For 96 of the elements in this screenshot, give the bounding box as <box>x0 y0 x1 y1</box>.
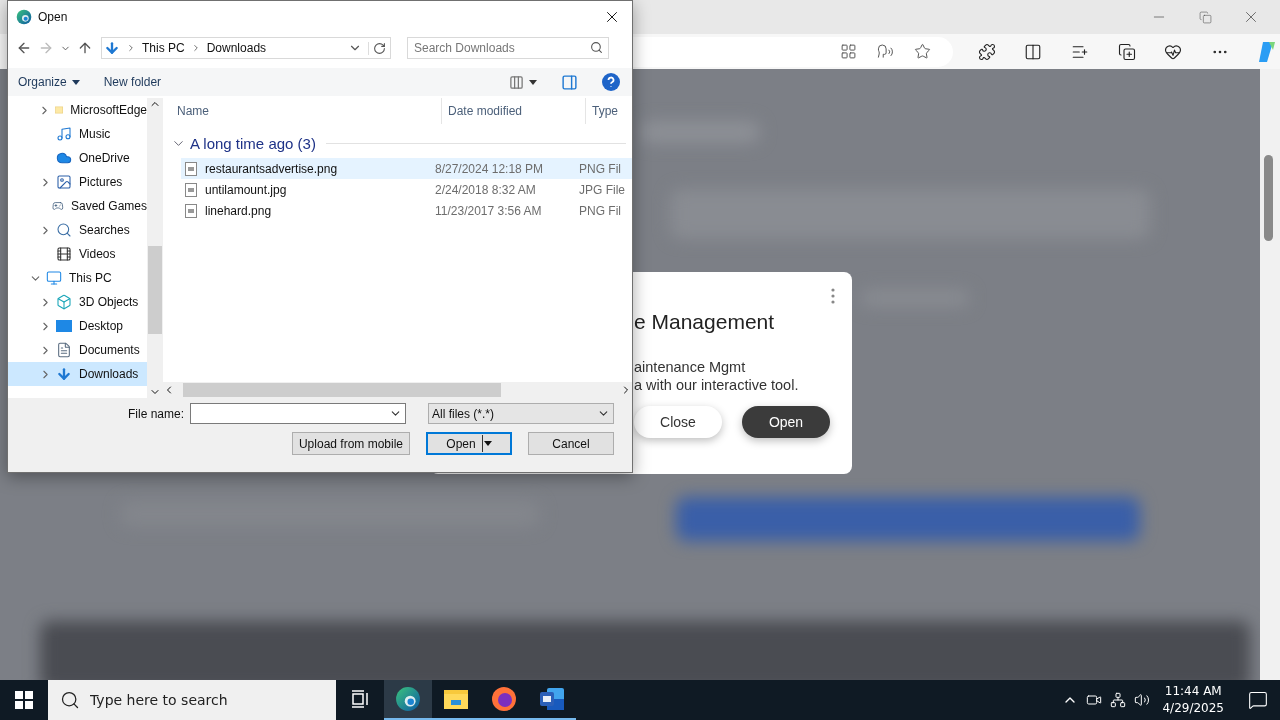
tree-item[interactable]: Downloads <box>8 362 147 386</box>
dialog-title: Open <box>38 9 69 24</box>
command-button[interactable]: New folder <box>103 75 162 89</box>
collections-icon[interactable] <box>1117 42 1136 61</box>
file-name: untilamount.jpg <box>205 182 288 197</box>
file-row[interactable]: untilamount.jpg 2/24/2018 8:32 AM JPG File <box>181 179 632 200</box>
heart-pulse-icon[interactable] <box>1164 42 1183 61</box>
view-options-icon[interactable] <box>509 74 524 90</box>
file-row[interactable]: linehard.png 11/23/2017 3:56 AM PNG Fil <box>181 200 632 221</box>
taskbar-search-field[interactable]: Type here to search <box>48 680 336 720</box>
file-row[interactable]: restaurantsadvertise.png 8/27/2024 12:18 PM PNG Fil <box>181 158 632 179</box>
column-header[interactable]: Type <box>585 98 632 124</box>
horizontal-scrollbar[interactable] <box>163 382 632 398</box>
kebab-menu-icon[interactable] <box>831 288 835 304</box>
breadcrumb-item[interactable]: This PC <box>142 41 185 55</box>
up-button[interactable] <box>77 40 93 56</box>
group-header[interactable]: A long time ago (3) <box>171 128 632 158</box>
magnifier-icon <box>56 222 72 238</box>
dialog-button[interactable]: Cancel <box>528 432 614 455</box>
camera-icon[interactable] <box>1086 692 1103 708</box>
clock[interactable]: 11:44 AM 4/29/2025 <box>1162 683 1224 717</box>
computer-icon <box>46 270 62 286</box>
tree-item[interactable]: Saved Games <box>8 194 147 218</box>
tree-item[interactable]: Pictures <box>8 170 147 194</box>
caret-icon <box>71 79 80 85</box>
app-logo-icon <box>16 8 32 25</box>
command-button[interactable]: Organize <box>18 75 80 89</box>
modal-text: a with our interactive tool. <box>634 376 800 394</box>
pictures-icon <box>56 174 72 190</box>
task-view-icon <box>350 689 370 709</box>
file-date: 8/27/2024 12:18 PM <box>435 161 545 176</box>
fox-globe-icon <box>491 686 517 712</box>
desktop-icon <box>56 319 72 333</box>
tree-item[interactable]: OneDrive <box>8 146 147 170</box>
tree-item[interactable]: 3D Objects <box>8 290 147 314</box>
file-type: PNG Fil <box>579 161 622 176</box>
notifications-icon[interactable] <box>1248 690 1268 710</box>
tree-item[interactable]: This PC <box>8 266 147 290</box>
app-grid-icon[interactable] <box>840 43 858 60</box>
tree-item[interactable]: Music <box>8 122 147 146</box>
column-header[interactable]: Name <box>171 98 441 124</box>
puzzle-icon[interactable] <box>977 42 996 61</box>
file-type: JPG File <box>579 182 623 197</box>
windows-logo-icon <box>15 691 33 709</box>
address-field[interactable]: This PC Downloads <box>101 37 391 59</box>
file-name: restaurantsadvertise.png <box>205 161 339 176</box>
document-app-icon <box>539 687 565 711</box>
caret-icon <box>483 441 492 446</box>
tree-item[interactable]: Searches <box>8 218 147 242</box>
document-icon <box>56 342 72 358</box>
search-field[interactable]: Search Downloads <box>407 37 609 59</box>
back-button[interactable] <box>16 40 32 56</box>
image-file-icon <box>185 182 197 197</box>
film-icon <box>56 246 72 262</box>
file-type: PNG Fil <box>579 203 622 218</box>
tree-item[interactable]: MicrosoftEdge <box>8 98 147 122</box>
dialog-button[interactable]: Upload from mobile <box>291 432 410 455</box>
column-header[interactable]: Date modified <box>441 98 585 124</box>
music-note-icon <box>56 126 72 142</box>
file-name: linehard.png <box>205 203 273 218</box>
file-date: 2/24/2018 8:32 AM <box>435 182 537 197</box>
search-icon <box>590 41 603 54</box>
read-aloud-icon[interactable] <box>877 43 895 60</box>
file-name-label: File name: <box>127 406 184 421</box>
file-type-dropdown[interactable]: All files (*.*) <box>428 403 614 424</box>
scrollbar[interactable] <box>1260 69 1280 680</box>
separator-chevron-icon <box>126 43 136 53</box>
file-name-field[interactable] <box>190 403 406 424</box>
tree-item[interactable]: Videos <box>8 242 147 266</box>
modal-title: e Management <box>634 310 776 335</box>
image-file-icon <box>185 203 197 218</box>
open-button[interactable]: Open <box>742 406 830 438</box>
caret-icon[interactable] <box>529 79 537 85</box>
browser-logo-icon <box>395 686 421 712</box>
close-button[interactable]: Close <box>634 406 722 438</box>
tree-item[interactable]: Desktop <box>8 314 147 338</box>
breadcrumb-item[interactable]: Downloads <box>206 41 267 55</box>
cloud-icon <box>56 150 72 166</box>
network-icon[interactable] <box>1110 692 1127 708</box>
tree-scrollbar[interactable] <box>147 98 163 398</box>
taskbar-app-button[interactable] <box>384 680 432 720</box>
search-icon <box>60 690 80 710</box>
modal-text: aintenance Mgmt <box>634 358 747 376</box>
download-arrow-icon <box>56 366 72 382</box>
star-icon[interactable] <box>914 43 932 60</box>
file-date: 11/23/2017 3:56 AM <box>435 203 543 218</box>
download-arrow-icon <box>104 40 120 56</box>
cube-icon <box>56 294 72 310</box>
split-screen-icon[interactable] <box>1024 42 1043 61</box>
open-split-button[interactable]: Open <box>426 432 512 455</box>
preview-pane-icon[interactable] <box>561 73 578 91</box>
image-file-icon <box>185 161 197 176</box>
help-icon[interactable] <box>602 73 620 91</box>
folder-icon <box>443 688 469 710</box>
tree-item[interactable]: Documents <box>8 338 147 362</box>
volume-icon[interactable] <box>1134 692 1151 708</box>
